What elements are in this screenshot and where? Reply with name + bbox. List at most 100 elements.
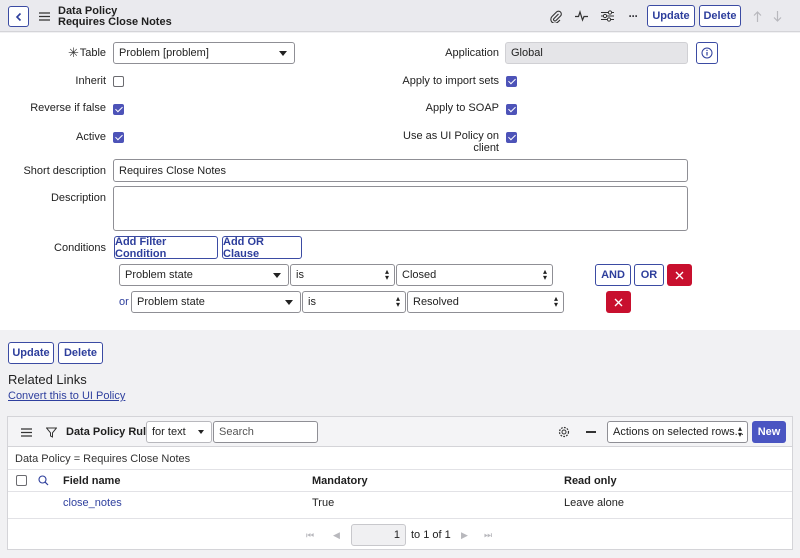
next-page-icon[interactable]: ▶	[461, 530, 468, 541]
condition-2-operator: is	[308, 296, 316, 308]
list-breadcrumb[interactable]: Data Policy = Requires Close Notes	[15, 453, 190, 465]
related-list-toolbar: Data Policy Rules for text Search Action…	[8, 417, 792, 447]
ui-policy-label-line1: Use as UI Policy on	[403, 130, 499, 142]
apply-to-soap-label: Apply to SOAP	[425, 102, 499, 114]
condition-2-operator-select[interactable]: is ▴ ▾	[302, 291, 406, 313]
page-input[interactable]: 1	[351, 524, 406, 546]
short-description-input[interactable]: Requires Close Notes	[113, 159, 688, 182]
row-read-only: Leave alone	[564, 497, 624, 509]
add-filter-condition-button[interactable]: Add Filter Condition	[114, 236, 218, 260]
back-button[interactable]	[8, 6, 29, 27]
column-header-mandatory[interactable]: Mandatory	[312, 475, 368, 487]
updown-chevron-icon: ▴ ▾	[542, 267, 547, 282]
prev-page-icon[interactable]: ◀	[333, 530, 340, 541]
new-button[interactable]: New	[752, 421, 786, 443]
search-type-value: for text	[152, 426, 186, 438]
or-button[interactable]: OR	[634, 264, 664, 286]
and-button[interactable]: AND	[595, 264, 631, 286]
condition-2-value-select[interactable]: Resolved ▴ ▾	[407, 291, 564, 313]
condition-1-operator-select[interactable]: is ▴ ▾	[290, 264, 395, 286]
arrow-down-icon[interactable]	[771, 9, 783, 23]
info-button[interactable]	[696, 42, 718, 64]
select-all-checkbox[interactable]	[16, 475, 27, 486]
header-delete-button[interactable]: Delete	[699, 5, 741, 27]
info-icon	[701, 47, 713, 59]
related-list-title: Data Policy Rules	[66, 426, 159, 438]
remove-condition-1-button[interactable]	[667, 264, 692, 286]
updown-chevron-icon: ▴ ▾	[553, 294, 558, 309]
last-page-icon[interactable]: ⏭	[484, 530, 492, 541]
paperclip-icon[interactable]	[549, 9, 563, 23]
condition-1-value: Closed	[402, 269, 437, 281]
ui-policy-label: Use as UI Policy on client	[380, 130, 499, 154]
form-header: Data Policy Requires Close Notes ··· Upd…	[0, 0, 800, 32]
chevron-left-icon	[15, 12, 21, 21]
ui-policy-checkbox[interactable]	[506, 132, 517, 143]
short-description-label: Short description	[23, 165, 106, 177]
table-select[interactable]: Problem [problem]	[113, 42, 295, 64]
activity-icon[interactable]	[574, 9, 588, 23]
settings-sliders-icon[interactable]	[600, 9, 614, 23]
update-button[interactable]: Update	[8, 342, 54, 364]
actions-value: Actions on selected rows...	[613, 426, 744, 438]
actions-select[interactable]: Actions on selected rows... ▴ ▾	[607, 421, 748, 443]
apply-to-soap-checkbox[interactable]	[506, 104, 517, 115]
header-update-button[interactable]: Update	[647, 5, 695, 27]
application-field: Global	[505, 42, 688, 64]
arrow-up-icon[interactable]	[751, 9, 763, 23]
search-type-select[interactable]: for text	[146, 421, 212, 443]
condition-2-field-select[interactable]: Problem state	[131, 291, 301, 313]
close-icon	[614, 298, 623, 306]
reverse-if-false-label: Reverse if false	[30, 102, 106, 114]
header-divider	[8, 491, 792, 492]
page-current: 1	[393, 529, 400, 541]
condition-1-field-select[interactable]: Problem state	[119, 264, 289, 286]
or-prefix-label: or	[119, 296, 129, 308]
search-icon[interactable]	[37, 474, 49, 486]
search-placeholder: Search	[219, 426, 254, 438]
row-field-name-link[interactable]: close_notes	[63, 497, 122, 509]
updown-chevron-icon: ▴ ▾	[384, 267, 389, 282]
first-page-icon[interactable]: ⏮	[306, 530, 314, 541]
conditions-label: Conditions	[54, 242, 106, 254]
chevron-down-icon	[273, 273, 281, 278]
active-label: Active	[76, 131, 106, 143]
search-input[interactable]: Search	[213, 421, 318, 443]
convert-to-ui-policy-link[interactable]: Convert this to UI Policy	[8, 390, 125, 402]
condition-1-field: Problem state	[125, 269, 193, 281]
list-menu-icon[interactable]	[20, 426, 32, 438]
inherit-checkbox[interactable]	[113, 76, 124, 87]
collapse-icon[interactable]	[586, 431, 596, 433]
updown-chevron-icon: ▴ ▾	[395, 294, 400, 309]
table-select-value: Problem [problem]	[119, 47, 209, 59]
condition-2-value: Resolved	[413, 296, 459, 308]
gear-icon[interactable]	[557, 425, 571, 439]
chevron-down-icon	[285, 300, 293, 305]
description-textarea[interactable]	[113, 186, 688, 231]
chevron-down-icon	[279, 51, 287, 56]
apply-import-sets-label: Apply to import sets	[402, 75, 499, 87]
remove-condition-2-button[interactable]	[606, 291, 631, 313]
apply-import-sets-checkbox[interactable]	[506, 76, 517, 87]
hamburger-menu-icon[interactable]	[38, 10, 50, 22]
filter-icon[interactable]	[45, 426, 57, 438]
column-header-field-name[interactable]: Field name	[63, 475, 120, 487]
description-label: Description	[50, 192, 106, 204]
page-info: to 1 of 1	[411, 529, 451, 541]
table-label: Table	[79, 47, 106, 59]
active-checkbox[interactable]	[113, 132, 124, 143]
column-header-read-only[interactable]: Read only	[564, 475, 617, 487]
close-icon	[675, 271, 684, 279]
delete-button[interactable]: Delete	[58, 342, 103, 364]
related-links-title: Related Links	[8, 372, 87, 387]
more-options-icon[interactable]: ···	[626, 9, 640, 23]
condition-2-field: Problem state	[137, 296, 205, 308]
application-value: Global	[511, 47, 543, 59]
form-subtitle: Requires Close Notes	[58, 16, 172, 28]
condition-1-value-select[interactable]: Closed ▴ ▾	[396, 264, 553, 286]
ui-policy-label-line2: client	[473, 142, 499, 154]
add-or-clause-button[interactable]: Add OR Clause	[222, 236, 302, 260]
reverse-if-false-checkbox[interactable]	[113, 104, 124, 115]
inherit-label: Inherit	[75, 75, 106, 87]
condition-1-operator: is	[296, 269, 304, 281]
